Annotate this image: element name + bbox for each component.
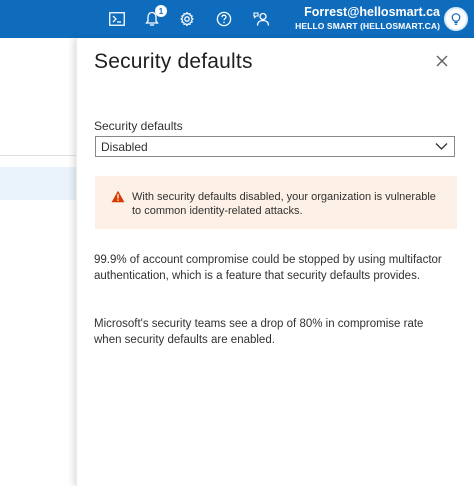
dropdown-selected-value: Disabled bbox=[101, 140, 148, 154]
selected-nav-item[interactable] bbox=[0, 167, 76, 200]
close-icon bbox=[436, 55, 448, 67]
compromise-rate-text: Microsoft's security teams see a drop of… bbox=[94, 318, 424, 346]
top-bar: 1 Forrest@hellosmart.ca HELLO SMART (HEL… bbox=[0, 0, 474, 38]
panel-title: Security defaults bbox=[94, 50, 253, 73]
security-defaults-panel: Security defaults Security defaults Disa… bbox=[76, 38, 474, 486]
notifications-icon[interactable]: 1 bbox=[141, 5, 167, 30]
feedback-icon[interactable] bbox=[250, 8, 272, 30]
account-email: Forrest@hellosmart.ca bbox=[304, 5, 440, 19]
security-defaults-label: Security defaults bbox=[94, 119, 183, 133]
warning-text: With security defaults disabled, your or… bbox=[132, 191, 436, 217]
avatar[interactable] bbox=[444, 7, 468, 31]
notification-count-badge: 1 bbox=[155, 5, 167, 17]
divider bbox=[0, 155, 76, 156]
settings-icon[interactable] bbox=[176, 8, 198, 30]
background-blade bbox=[0, 38, 76, 486]
account-tenant: HELLO SMART (HELLOSMART.CA) bbox=[295, 21, 440, 31]
lightbulb-icon bbox=[451, 13, 461, 25]
mfa-info-text: 99.9% of account compromise could be sto… bbox=[94, 254, 442, 282]
warning-icon bbox=[111, 190, 125, 203]
help-icon[interactable] bbox=[213, 8, 235, 30]
warning-message-bar: With security defaults disabled, your or… bbox=[95, 176, 457, 229]
close-button[interactable] bbox=[434, 53, 450, 69]
chevron-down-icon bbox=[435, 143, 448, 150]
account-menu[interactable]: Forrest@hellosmart.ca HELLO SMART (HELLO… bbox=[295, 5, 440, 32]
security-defaults-dropdown[interactable]: Disabled bbox=[95, 136, 455, 157]
cloud-shell-icon[interactable] bbox=[106, 8, 128, 30]
